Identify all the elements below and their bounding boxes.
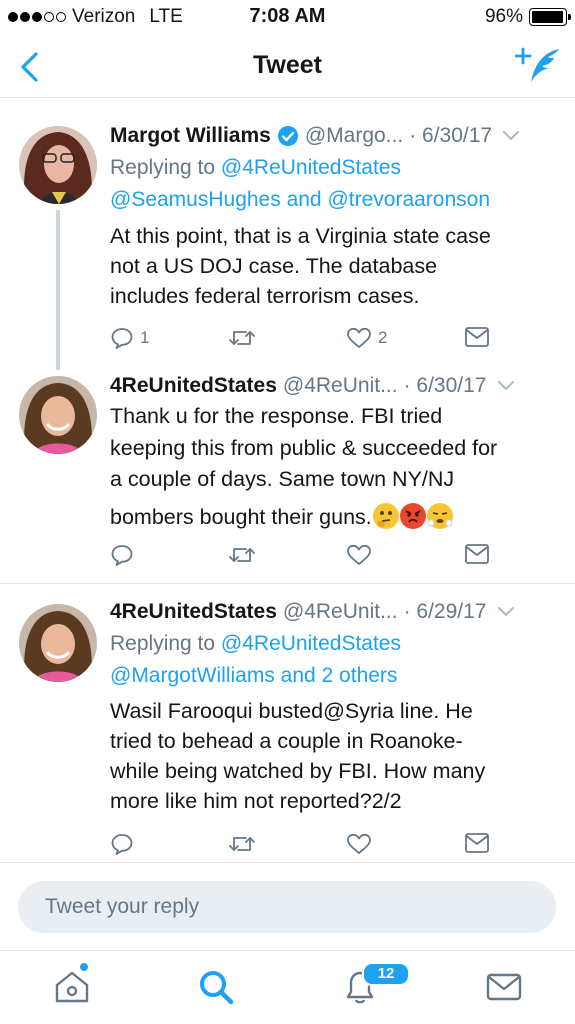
navigation-bar: Tweet [0, 34, 575, 98]
chevron-down-icon[interactable] [497, 380, 515, 392]
tweet-text-line: while being watched by FBI. How many [110, 759, 486, 783]
envelope-icon[interactable] [484, 967, 524, 1007]
tweet-text-line: includes federal terrorism cases. [110, 284, 420, 308]
tweet-3[interactable]: 4ReUnitedStates @4ReUnit... · 6/29/17 Re… [0, 584, 575, 862]
mention-link[interactable]: @SeamusHughes and @trevoraaronson [110, 188, 490, 211]
chevron-down-icon[interactable] [502, 130, 520, 142]
retweet-button[interactable] [228, 326, 256, 350]
tweet-header: 4ReUnitedStates @4ReUnit... · 6/30/17 [110, 374, 563, 398]
tweet-text: At this point, that is a Virginia state … [110, 221, 557, 311]
tweet-actions [110, 832, 575, 862]
heart-icon [347, 833, 371, 854]
author-handle[interactable]: @Margo... [305, 124, 403, 148]
author-name[interactable]: Margot Williams [110, 124, 271, 148]
reply-icon [111, 834, 133, 855]
reply-count: 1 [140, 328, 150, 347]
reply-icon [111, 545, 133, 566]
tweet-text-line: tried to behead a couple in Roanoke- [110, 729, 463, 753]
battery-percent: 96% [484, 6, 523, 27]
tweet-text-line: more like him not reported?2/2 [110, 789, 402, 813]
reply-button[interactable]: 1 [110, 326, 149, 350]
unread-indicator [80, 963, 88, 971]
like-button[interactable] [346, 832, 372, 856]
thinking-face-emoji [372, 502, 399, 529]
chevron-down-icon[interactable] [497, 606, 515, 618]
author-name[interactable]: 4ReUnitedStates [110, 600, 277, 624]
tweet-divider [0, 862, 575, 863]
retweet-button[interactable] [228, 832, 256, 856]
retweet-icon [229, 837, 255, 851]
author-handle[interactable]: @4ReUnit... [283, 374, 398, 398]
triumph-face-emoji [426, 502, 453, 529]
mention-link[interactable]: @4ReUnitedStates [221, 156, 401, 179]
direct-message-button[interactable] [464, 543, 490, 565]
heart-icon [347, 327, 371, 348]
tweet-text: Wasil Farooqui busted@Syria line. He tri… [110, 696, 557, 816]
compose-tweet-icon[interactable] [515, 46, 561, 86]
tab-bar [0, 950, 575, 1024]
reply-button[interactable] [110, 832, 140, 856]
direct-message-button[interactable] [464, 832, 490, 854]
direct-message-button[interactable] [464, 326, 490, 348]
like-count: 2 [378, 328, 388, 347]
avatar[interactable] [19, 376, 97, 454]
notification-badge: 12 [362, 962, 410, 986]
envelope-icon [465, 833, 489, 853]
tweet-actions [110, 543, 575, 573]
replying-to: Replying to @4ReUnitedStates @SeamusHugh… [110, 152, 555, 216]
tweet-text-line: bombers bought their guns. [110, 504, 372, 529]
battery-icon [529, 8, 571, 26]
replying-to: Replying to @4ReUnitedStates @MargotWill… [110, 628, 555, 692]
avatar[interactable] [19, 604, 97, 682]
reply-button[interactable] [110, 543, 140, 567]
retweet-icon [229, 548, 255, 562]
tweet-header: Margot Williams @Margo... · 6/30/17 [110, 124, 563, 148]
tweet-text-line: Thank u for the response. FBI tried [110, 404, 443, 428]
verified-badge-icon [277, 126, 298, 146]
tweet-actions: 1 2 [110, 326, 575, 356]
tweet-date: · 6/29/17 [403, 600, 487, 623]
like-button[interactable] [346, 543, 372, 567]
retweet-button[interactable] [228, 543, 256, 567]
tweet-text-line: a couple of days. Same town NY/NJ [110, 467, 455, 491]
battery-status: 96% [484, 6, 571, 28]
mention-link[interactable]: @MargotWilliams and 2 others [110, 664, 397, 687]
page-title: Tweet [253, 51, 322, 79]
retweet-icon [229, 331, 255, 345]
tweet-header: 4ReUnitedStates @4ReUnit... · 6/29/17 [110, 600, 563, 624]
avatar[interactable] [19, 126, 97, 204]
author-handle[interactable]: @4ReUnit... [283, 600, 398, 624]
envelope-icon [465, 544, 489, 564]
tweet-date: · 6/30/17 [403, 374, 487, 397]
reply-icon [111, 328, 133, 349]
thread-connector [56, 210, 60, 370]
tweet-1[interactable]: Margot Williams @Margo... · 6/30/17 Repl… [0, 100, 575, 370]
tweet-text: Thank u for the response. FBI tried keep… [110, 401, 557, 533]
tweet-text-line: not a US DOJ case. The database [110, 254, 438, 278]
replying-to-label: Replying to [110, 632, 216, 655]
replying-to-label: Replying to [110, 156, 216, 179]
tweet-2[interactable]: 4ReUnitedStates @4ReUnit... · 6/30/17 Th… [0, 355, 575, 583]
mention-link[interactable]: @4ReUnitedStates [221, 632, 401, 655]
pouting-face-emoji [399, 502, 426, 529]
heart-icon [347, 544, 371, 565]
home-icon[interactable] [52, 967, 92, 1007]
status-bar: Verizon LTE 7:08 AM 96% [0, 0, 575, 34]
envelope-icon [465, 327, 489, 347]
tweet-text-line: keeping this from public & succeeded for [110, 435, 498, 460]
search-icon[interactable] [196, 967, 236, 1007]
like-button[interactable]: 2 [346, 326, 387, 350]
author-name[interactable]: 4ReUnitedStates [110, 374, 277, 398]
tweet-text-line: Wasil Farooqui busted@Syria line. He [110, 699, 473, 723]
reply-input[interactable]: Tweet your reply [18, 881, 556, 933]
tweet-date: · 6/30/17 [409, 124, 493, 147]
tweet-text-line: At this point, that is a Virginia state … [110, 224, 491, 248]
